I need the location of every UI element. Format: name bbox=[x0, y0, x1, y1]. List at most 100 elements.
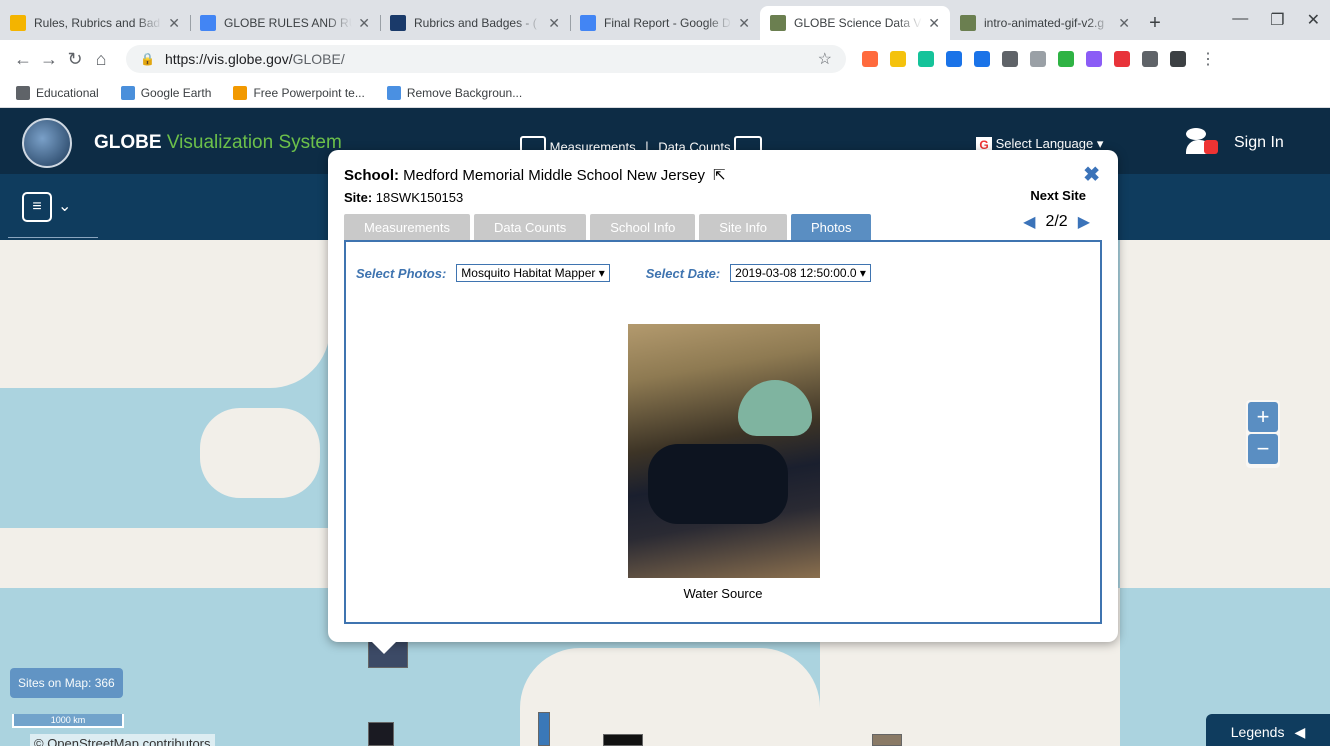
map-photo-marker[interactable] bbox=[872, 734, 902, 746]
pager-text: 2/2 bbox=[1045, 213, 1068, 230]
reload-button[interactable]: ↻ bbox=[62, 49, 88, 70]
site-line: Site: 18SWK150153 bbox=[344, 190, 463, 205]
close-tab-icon[interactable]: ✕ bbox=[168, 15, 180, 32]
sign-in-link[interactable]: Sign In bbox=[1234, 134, 1284, 152]
land-north-america bbox=[0, 238, 330, 388]
tab-site-info[interactable]: Site Info bbox=[699, 214, 787, 240]
extension-icon[interactable] bbox=[1058, 51, 1074, 67]
bookmark-label: Free Powerpoint te... bbox=[253, 85, 365, 100]
next-site-button[interactable]: ▶ bbox=[1078, 212, 1090, 232]
next-site-label: Next Site bbox=[1030, 188, 1086, 203]
layers-toggle[interactable]: ≡ ⌄ bbox=[8, 184, 98, 238]
forward-button[interactable]: → bbox=[36, 49, 62, 70]
extension-icon[interactable] bbox=[1002, 51, 1018, 67]
site-pager: ◀ 2/2 ▶ bbox=[1023, 212, 1090, 232]
school-label: School: bbox=[344, 166, 399, 184]
extension-icon[interactable] bbox=[1170, 51, 1186, 67]
bookmark-item[interactable]: Remove Backgroun... bbox=[386, 85, 523, 100]
tab-list: Rules, Rubrics and Bad ✕ GLOBE RULES AND R… bbox=[0, 6, 1140, 40]
globe-app: GLOBE Visualization System Measurements … bbox=[0, 108, 1330, 746]
extension-icon[interactable] bbox=[1030, 51, 1046, 67]
site-photo[interactable] bbox=[628, 324, 820, 578]
url-path: GLOBE/ bbox=[292, 51, 345, 67]
sign-in-area[interactable]: Sign In bbox=[1186, 128, 1284, 158]
external-link-icon[interactable]: ⇱ bbox=[713, 166, 726, 184]
tab-measurements[interactable]: Measurements bbox=[344, 214, 470, 240]
attribution-text[interactable]: © OpenStreetMap contributors bbox=[34, 736, 211, 746]
close-window-button[interactable]: ✕ bbox=[1307, 10, 1320, 30]
photo-caption: Water Source bbox=[683, 586, 763, 601]
bookmark-star-icon[interactable]: ☆ bbox=[818, 49, 832, 69]
chevron-left-icon: ◀ bbox=[1294, 723, 1306, 740]
extension-icon[interactable] bbox=[946, 51, 962, 67]
extension-icon[interactable] bbox=[918, 51, 934, 67]
browser-tab[interactable]: intro-animated-gif-v2.g ✕ bbox=[950, 6, 1140, 40]
extension-icon[interactable] bbox=[1086, 51, 1102, 67]
select-language-label: Select Language bbox=[995, 136, 1094, 151]
bookmark-item[interactable]: Google Earth bbox=[120, 85, 211, 100]
zoom-in-button[interactable]: + bbox=[1248, 402, 1278, 432]
home-button[interactable]: ⌂ bbox=[88, 49, 114, 70]
select-photos-label: Select Photos: bbox=[356, 265, 447, 281]
photos-panel: Select Photos: Mosquito Habitat Mapper ▾… bbox=[344, 240, 1102, 624]
browser-tab-title: Final Report - Google D bbox=[604, 16, 731, 30]
browser-tab[interactable]: Rules, Rubrics and Bad ✕ bbox=[0, 6, 190, 40]
extension-icon[interactable] bbox=[890, 51, 906, 67]
bookmark-item[interactable]: Free Powerpoint te... bbox=[233, 85, 365, 100]
bookmark-item[interactable]: Educational bbox=[16, 85, 99, 100]
browser-tab-title: Rubrics and Badges - ( bbox=[414, 16, 537, 30]
close-tab-icon[interactable]: ✕ bbox=[738, 15, 750, 32]
bookmark-icon bbox=[16, 85, 30, 100]
tab-school-info[interactable]: School Info bbox=[590, 214, 696, 240]
close-tab-icon[interactable]: ✕ bbox=[548, 15, 560, 32]
bookmark-icon bbox=[233, 85, 248, 100]
restore-button[interactable]: ❐ bbox=[1270, 10, 1284, 30]
extension-icon[interactable] bbox=[1114, 51, 1130, 67]
select-date-dropdown[interactable]: 2019-03-08 12:50:00.0 ▾ bbox=[730, 264, 871, 282]
browser-tab[interactable]: GLOBE RULES AND RU ✕ bbox=[190, 6, 380, 40]
close-tab-icon[interactable]: ✕ bbox=[928, 15, 940, 32]
browser-tab-title: intro-animated-gif-v2.g bbox=[984, 16, 1105, 30]
back-button[interactable]: ← bbox=[10, 49, 36, 70]
address-bar[interactable]: 🔒 https://vis.globe.gov/GLOBE/ ☆ bbox=[126, 45, 846, 73]
map-photo-marker[interactable] bbox=[368, 722, 394, 746]
land-africa bbox=[520, 648, 820, 746]
legends-button[interactable]: Legends ◀ bbox=[1206, 714, 1330, 746]
minimize-button[interactable]: — bbox=[1232, 10, 1248, 30]
map-photo-marker[interactable] bbox=[603, 734, 643, 746]
map-attribution: © OpenStreetMap contributors bbox=[30, 734, 215, 746]
browser-tab[interactable]: Final Report - Google D ✕ bbox=[570, 6, 760, 40]
photo-filters: Select Photos: Mosquito Habitat Mapper ▾… bbox=[356, 264, 871, 282]
photo-pipe bbox=[738, 380, 812, 436]
brand-main: GLOBE bbox=[94, 132, 162, 153]
dialog-tabs: Measurements Data Counts School Info Site I… bbox=[344, 214, 872, 240]
browser-tab-title: GLOBE RULES AND RU bbox=[224, 16, 353, 30]
bookmark-icon bbox=[120, 85, 135, 100]
land-greenland bbox=[200, 408, 320, 498]
extension-icon[interactable] bbox=[974, 51, 990, 67]
globe-logo[interactable] bbox=[22, 118, 72, 168]
close-icon[interactable]: ✖ bbox=[1083, 162, 1100, 187]
browser-tab[interactable]: GLOBE Science Data V ✕ bbox=[760, 6, 950, 40]
select-photos-dropdown[interactable]: Mosquito Habitat Mapper ▾ bbox=[456, 264, 610, 282]
popup-pointer bbox=[372, 642, 396, 654]
url-host: https://vis.globe.gov/ bbox=[164, 51, 293, 67]
extension-icon[interactable] bbox=[862, 51, 878, 67]
bookmark-label: Remove Backgroun... bbox=[406, 85, 523, 100]
select-date-value: 2019-03-08 12:50:00.0 bbox=[735, 266, 857, 280]
tab-data-counts[interactable]: Data Counts bbox=[473, 214, 587, 240]
new-tab-button[interactable]: + bbox=[1140, 6, 1170, 40]
legends-label: Legends bbox=[1230, 724, 1285, 740]
extension-icon[interactable] bbox=[1142, 51, 1158, 67]
close-tab-icon[interactable]: ✕ bbox=[358, 15, 370, 32]
browser-menu-icon[interactable]: ⋮ bbox=[1200, 49, 1216, 69]
image-icon bbox=[960, 15, 976, 31]
drive-icon bbox=[10, 15, 26, 31]
tab-photos[interactable]: Photos bbox=[791, 214, 872, 240]
browser-tab[interactable]: Rubrics and Badges - ( ✕ bbox=[380, 6, 570, 40]
zoom-out-button[interactable]: − bbox=[1248, 434, 1278, 464]
prev-site-button[interactable]: ◀ bbox=[1023, 212, 1035, 232]
brand-sub: Visualization System bbox=[166, 132, 342, 153]
map-photo-marker[interactable] bbox=[538, 712, 550, 746]
close-tab-icon[interactable]: ✕ bbox=[1118, 15, 1130, 32]
